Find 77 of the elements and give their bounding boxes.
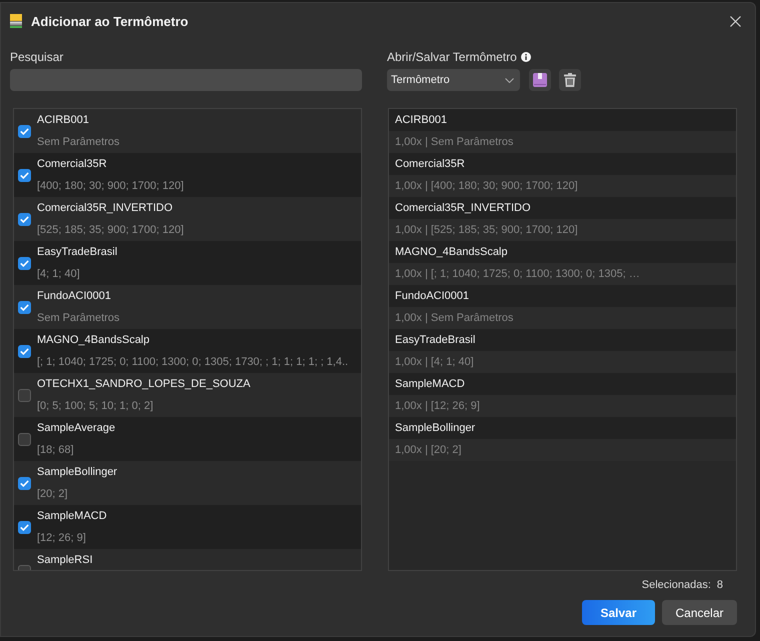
indicator-name: SampleBollinger: [37, 465, 118, 480]
chevron-down-icon: [505, 78, 514, 82]
checkbox[interactable]: [18, 300, 31, 314]
trash-icon: [564, 73, 576, 87]
indicator-name: OTECHX1_SANDRO_LOPES_DE_SOUZA: [37, 377, 252, 392]
selected-item-name[interactable]: Comercial35R_INVERTIDO: [389, 197, 736, 219]
selected-item-name[interactable]: SampleBollinger: [389, 417, 736, 439]
save-icon: [533, 73, 547, 87]
indicator-params: [0; 5; 100; 5; 10; 1; 0; 2]: [37, 399, 154, 414]
indicator-name: MAGNO_4BandsScalp: [37, 333, 150, 348]
indicator-params: Sem Parâmetros: [37, 135, 121, 150]
check-icon: [20, 304, 29, 310]
selected-item-name[interactable]: FundoACI0001: [389, 285, 736, 307]
checkbox[interactable]: [18, 520, 31, 534]
preset-dropdown[interactable]: Termômetro: [387, 69, 520, 91]
selected-item-name[interactable]: Comercial35R: [389, 153, 736, 175]
indicator-row[interactable]: Comercial35R [400; 180; 30; 900; 1700; 120]: [14, 153, 361, 197]
preset-label: Abrir/Salvar Termômetro: [387, 50, 517, 64]
selected-item-detail: 1,00x | [525; 185; 35; 900; 1700; 120]: [389, 219, 736, 241]
selected-count: 8: [716, 578, 723, 592]
indicator-name: SampleRSI: [37, 553, 94, 568]
indicator-params: Sem Parâmetros: [37, 311, 121, 326]
check-icon: [20, 128, 29, 134]
selected-item-detail: 1,00x | [20; 2]: [389, 439, 736, 461]
indicator-params: [12; 26; 9]: [37, 531, 87, 546]
checkbox[interactable]: [18, 168, 31, 182]
search-field[interactable]: [10, 69, 362, 91]
indicator-row[interactable]: EasyTradeBrasil [4; 1; 40]: [14, 241, 361, 285]
check-icon: [20, 216, 29, 222]
selected-count-label: Selecionadas:: [642, 578, 711, 592]
checkbox[interactable]: [18, 212, 31, 226]
search-label: Pesquisar: [10, 50, 64, 64]
indicator-name: Comercial35R_INVERTIDO: [37, 201, 174, 216]
indicator-name: Comercial35R: [37, 157, 108, 172]
check-icon: [20, 524, 29, 530]
selected-item-name[interactable]: SampleMACD: [389, 373, 736, 395]
indicator-params: [400; 180; 30; 900; 1700; 120]: [37, 179, 185, 194]
indicator-name: SampleAverage: [37, 421, 116, 436]
indicator-params: [18; 68]: [37, 443, 75, 458]
indicator-name: ACIRB001: [37, 113, 90, 128]
indicator-params: [4; 1; 40]: [37, 267, 81, 282]
checkbox[interactable]: [18, 124, 31, 138]
selected-item-name[interactable]: ACIRB001: [389, 109, 736, 131]
checkbox[interactable]: [18, 388, 31, 402]
info-icon: [520, 52, 531, 62]
close-icon: [730, 16, 740, 26]
check-icon: [20, 480, 29, 486]
indicator-row[interactable]: MAGNO_4BandsScalp [; 1; 1040; 1725; 0; 1100; 1300; 0; 1305; 1730; ; 1; 1; 1; 1; ; 1,4..: [14, 329, 361, 373]
delete-button[interactable]: [559, 69, 581, 91]
selected-item-detail: 1,00x | Sem Parâmetros: [389, 307, 736, 329]
selected-item-name[interactable]: EasyTradeBrasil: [389, 329, 736, 351]
indicator-name: EasyTradeBrasil: [37, 245, 118, 260]
selected-item-detail: 1,00x | Sem Parâmetros: [389, 131, 736, 153]
app-icon: [10, 14, 22, 28]
indicator-name: SampleMACD: [37, 509, 108, 524]
cancel-button[interactable]: Cancelar: [662, 600, 737, 625]
checkbox[interactable]: [18, 432, 31, 446]
window-title: Adicionar ao Termômetro: [31, 14, 188, 28]
selected-item-detail: 1,00x | [; 1; 1040; 1725; 0; 1100; 1300; 0; 1305; …: [389, 263, 736, 285]
save-dialog-button[interactable]: Salvar: [582, 600, 655, 625]
selected-item-detail: 1,00x | [400; 180; 30; 900; 1700; 120]: [389, 175, 736, 197]
selected-item-detail: 1,00x | [4; 1; 40]: [389, 351, 736, 373]
check-icon: [20, 172, 29, 178]
checkbox[interactable]: [18, 256, 31, 270]
checkbox[interactable]: [18, 476, 31, 490]
indicator-params: [; 1; 1040; 1725; 0; 1100; 1300; 0; 1305; 1730; ; 1; 1; 1; 1; ; 1,4..: [37, 355, 350, 370]
selected-item-name[interactable]: MAGNO_4BandsScalp: [389, 241, 736, 263]
indicator-name: FundoACI0001: [37, 289, 112, 304]
check-icon: [20, 260, 29, 266]
check-icon: [20, 348, 29, 354]
indicator-row[interactable]: SampleMACD [12; 26; 9]: [14, 505, 361, 549]
indicator-params: [525; 185; 35; 900; 1700; 120]: [37, 223, 185, 238]
indicator-params: [20; 2]: [37, 487, 69, 502]
checkbox[interactable]: [18, 344, 31, 358]
selected-item-detail: 1,00x | [12; 26; 9]: [389, 395, 736, 417]
save-button[interactable]: [529, 69, 551, 91]
indicator-row[interactable]: SampleAverage [18; 68]: [14, 417, 361, 461]
